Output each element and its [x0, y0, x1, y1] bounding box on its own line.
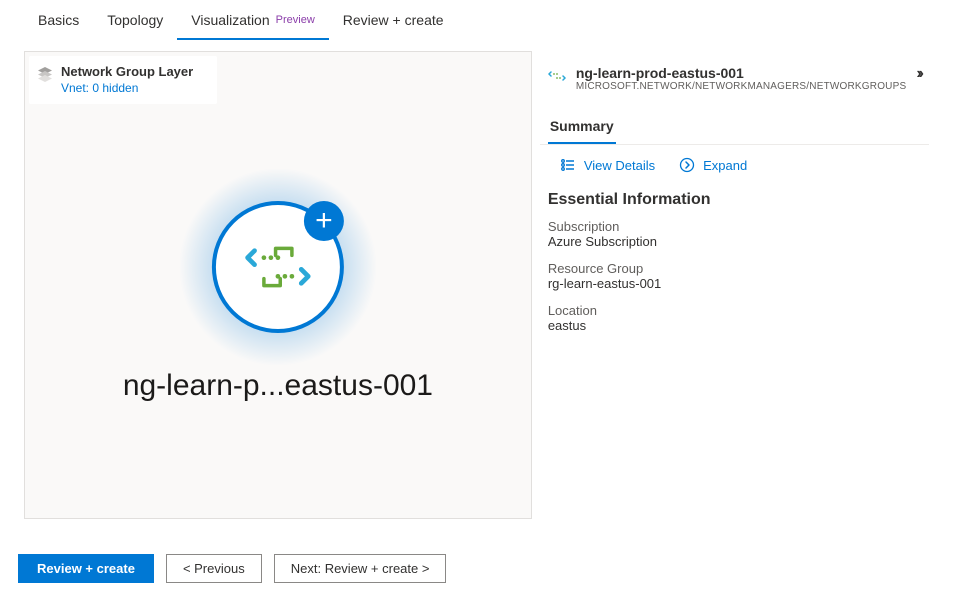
view-details-link[interactable]: View Details	[560, 157, 655, 173]
expand-label: Expand	[703, 158, 747, 173]
wizard-footer: Review + create < Previous Next: Review …	[18, 554, 446, 583]
view-details-label: View Details	[584, 158, 655, 173]
details-subtitle: MICROSOFT.NETWORK/NETWORKMANAGERS/NETWOR…	[576, 81, 907, 92]
add-node-button[interactable]: +	[304, 201, 344, 241]
next-button[interactable]: Next: Review + create >	[274, 554, 447, 583]
tab-visualization-label: Visualization	[191, 12, 269, 28]
collapse-chevrons-icon[interactable]: ››	[916, 65, 921, 83]
essential-info-heading: Essential Information	[540, 185, 929, 219]
network-group-icon	[243, 232, 313, 302]
wizard-tabs: Basics Topology Visualization Preview Re…	[0, 0, 953, 41]
review-create-button[interactable]: Review + create	[18, 554, 154, 583]
details-title-block: ng-learn-prod-eastus-001 MICROSOFT.NETWO…	[576, 65, 907, 92]
preview-badge: Preview	[276, 14, 315, 26]
layers-icon	[37, 66, 53, 82]
location-value: eastus	[548, 318, 921, 333]
list-icon	[560, 157, 576, 173]
info-resource-group: Resource Group rg-learn-eastus-001	[540, 261, 929, 303]
tab-visualization[interactable]: Visualization Preview	[177, 0, 328, 40]
info-location: Location eastus	[540, 303, 929, 345]
layer-toggle[interactable]: Network Group Layer Vnet: 0 hidden	[29, 56, 217, 104]
layer-text: Network Group Layer Vnet: 0 hidden	[61, 64, 193, 96]
visualization-node[interactable]: + ng-learn-p...eastus-001	[123, 167, 433, 403]
details-header: ng-learn-prod-eastus-001 MICROSOFT.NETWO…	[540, 65, 929, 102]
content-area: Network Group Layer Vnet: 0 hidden	[0, 41, 953, 519]
layer-subtitle[interactable]: Vnet: 0 hidden	[61, 81, 193, 97]
resource-group-label: Resource Group	[548, 261, 921, 276]
tab-summary[interactable]: Summary	[548, 108, 616, 144]
node-glow: +	[178, 167, 378, 367]
resource-icon	[548, 67, 566, 85]
details-sub-tabs: Summary	[540, 108, 929, 145]
resource-group-value: rg-learn-eastus-001	[548, 276, 921, 291]
visualization-panel: Network Group Layer Vnet: 0 hidden	[24, 51, 532, 519]
tab-basics[interactable]: Basics	[24, 0, 93, 40]
location-label: Location	[548, 303, 921, 318]
tab-review-create[interactable]: Review + create	[329, 0, 458, 40]
expand-icon	[679, 157, 695, 173]
layer-title: Network Group Layer	[61, 64, 193, 81]
subscription-label: Subscription	[548, 219, 921, 234]
details-panel: ng-learn-prod-eastus-001 MICROSOFT.NETWO…	[532, 51, 929, 519]
action-links: View Details Expand	[540, 145, 929, 185]
info-subscription: Subscription Azure Subscription	[540, 219, 929, 261]
node-circle[interactable]: +	[212, 201, 344, 333]
details-title: ng-learn-prod-eastus-001	[576, 65, 907, 81]
expand-link[interactable]: Expand	[679, 157, 747, 173]
previous-button[interactable]: < Previous	[166, 554, 262, 583]
tab-topology[interactable]: Topology	[93, 0, 177, 40]
node-label: ng-learn-p...eastus-001	[123, 369, 433, 403]
subscription-value: Azure Subscription	[548, 234, 921, 249]
